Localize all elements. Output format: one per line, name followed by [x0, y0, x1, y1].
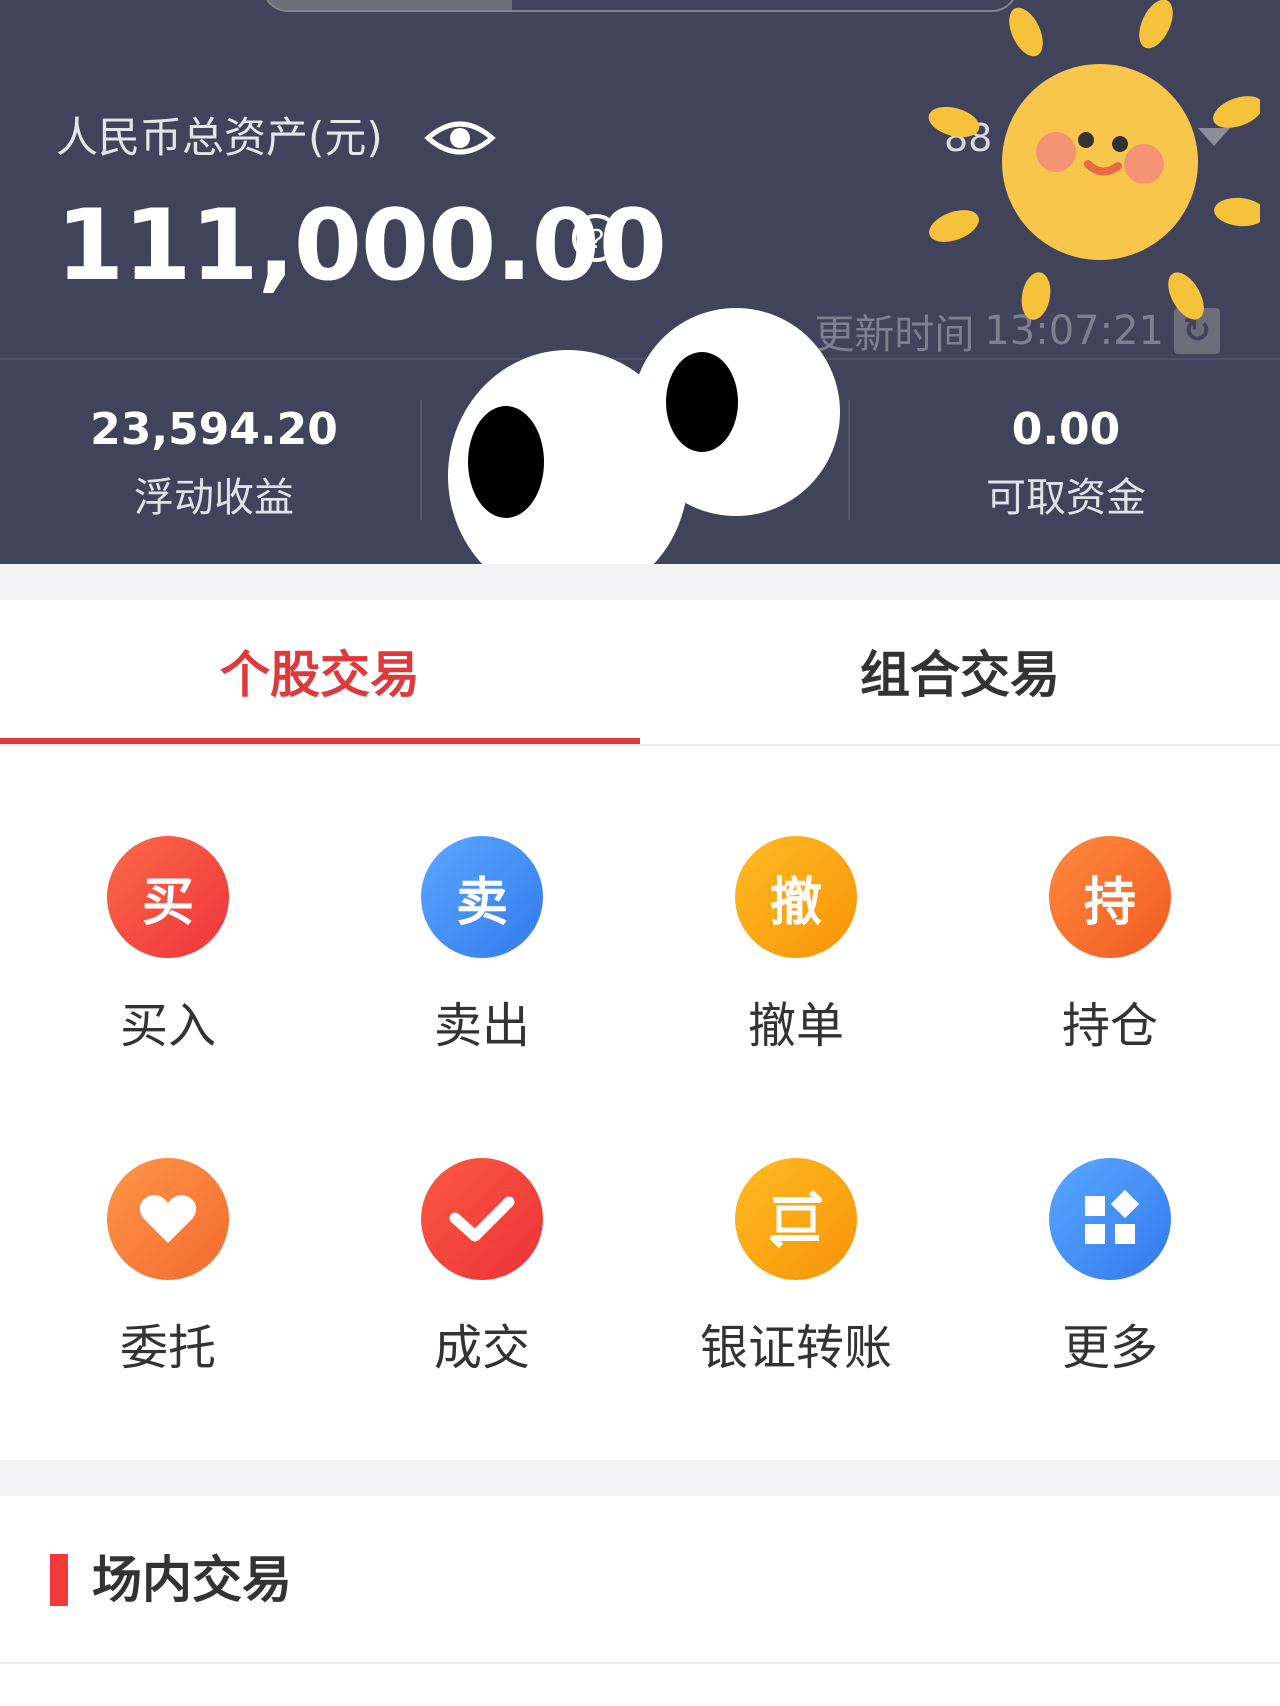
stat-label: 可取资金	[986, 475, 1146, 521]
action-more[interactable]: 更多	[1010, 1158, 1210, 1378]
sun-sticker	[928, 0, 1260, 320]
cancel-order-icon[interactable]: 撤	[735, 836, 857, 958]
action-label: 银证转账	[699, 1320, 892, 1376]
tab-portfolio[interactable]: 组合交易	[640, 600, 1280, 742]
eye-icon[interactable]	[424, 108, 496, 168]
action-label: 委托	[119, 1320, 216, 1376]
stat-floating-profit: 23,594.20 浮动收益	[0, 398, 428, 530]
eyes-sticker	[448, 308, 840, 602]
check-icon[interactable]	[421, 1158, 543, 1280]
heart-glyph	[139, 1195, 197, 1243]
section-divider	[0, 1662, 1280, 1664]
tab-single-stock[interactable]: 个股交易	[0, 600, 640, 742]
action-cancel-order[interactable]: 撤 撤单	[696, 836, 896, 1056]
more-glyph	[1085, 1190, 1139, 1244]
svg-text:?: ?	[588, 223, 604, 254]
sell-icon[interactable]: 卖	[421, 836, 543, 958]
more-grid-icon[interactable]	[1049, 1158, 1171, 1280]
action-bank-transfer[interactable]: 银证转账	[696, 1158, 896, 1378]
trade-tabs: 个股交易 组合交易	[0, 600, 1280, 746]
action-position[interactable]: 持 持仓	[1010, 836, 1210, 1056]
position-icon[interactable]: 持	[1049, 836, 1171, 958]
buy-icon[interactable]: 买	[107, 836, 229, 958]
heart-icon[interactable]	[107, 1158, 229, 1280]
top-segment-control[interactable]	[262, 0, 1018, 12]
action-deals[interactable]: 成交	[382, 1158, 582, 1378]
action-label: 买入	[119, 998, 216, 1054]
action-label: 更多	[1061, 1320, 1158, 1376]
section-gap	[0, 1460, 1280, 1496]
stat-value: 23,594.20	[90, 404, 338, 455]
segment-selected[interactable]	[264, 0, 512, 10]
section-accent-bar	[50, 1554, 68, 1606]
action-sell[interactable]: 卖 卖出	[382, 836, 582, 1056]
help-icon[interactable]: ?	[570, 212, 622, 264]
action-label: 撤单	[747, 998, 844, 1054]
stat-withdrawable: 0.00 可取资金	[852, 398, 1280, 530]
action-label: 成交	[433, 1320, 530, 1376]
section-title[interactable]: 场内交易	[92, 1546, 292, 1614]
stat-separator	[420, 400, 422, 520]
transfer-icon[interactable]	[735, 1158, 857, 1280]
section-gap	[0, 564, 1280, 600]
stat-value: 0.00	[1011, 404, 1121, 455]
transfer-glyph	[770, 1189, 822, 1249]
stat-label: 浮动收益	[134, 475, 294, 521]
action-buy[interactable]: 买 买入	[68, 836, 268, 1056]
asset-label: 人民币总资产(元)	[56, 113, 383, 162]
action-label: 持仓	[1061, 998, 1158, 1054]
check-glyph	[449, 1196, 515, 1242]
action-entrust[interactable]: 委托	[68, 1158, 268, 1378]
action-label: 卖出	[433, 998, 530, 1054]
tabs-divider	[0, 744, 1280, 746]
